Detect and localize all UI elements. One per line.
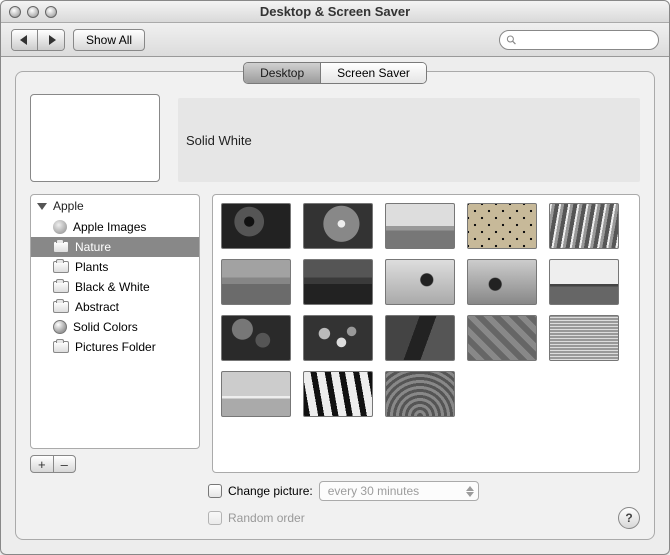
show-all-button[interactable]: Show All: [73, 29, 145, 51]
thumbnail[interactable]: [467, 315, 537, 361]
thumbnail[interactable]: [385, 371, 455, 417]
tab-desktop[interactable]: Desktop: [244, 63, 321, 83]
thumbnail[interactable]: [549, 259, 619, 305]
source-plants[interactable]: Plants: [31, 257, 199, 277]
source-label: Solid Colors: [73, 320, 138, 334]
forward-button[interactable]: [38, 30, 64, 50]
thumbnail[interactable]: [303, 371, 373, 417]
source-list: Apple Apple Images Nature: [30, 194, 200, 449]
source-apple-images[interactable]: Apple Images: [31, 217, 199, 237]
tab-screensaver[interactable]: Screen Saver: [321, 63, 426, 83]
thumbnail[interactable]: [303, 259, 373, 305]
random-order-checkbox: [208, 511, 222, 525]
back-button[interactable]: [12, 30, 38, 50]
triangle-left-icon: [20, 35, 29, 45]
random-order-label: Random order: [228, 511, 305, 525]
help-icon: ?: [625, 511, 632, 525]
thumbnail[interactable]: [221, 371, 291, 417]
triangle-right-icon: [47, 35, 56, 45]
source-label: Apple Images: [73, 220, 146, 234]
folder-icon: [53, 341, 69, 353]
thumbnail-grid: [212, 194, 640, 473]
window-title: Desktop & Screen Saver: [1, 4, 669, 19]
interval-value: every 30 minutes: [328, 484, 419, 498]
thumbnail[interactable]: [385, 259, 455, 305]
add-source-button[interactable]: +: [31, 456, 54, 472]
thumbnail[interactable]: [385, 203, 455, 249]
thumbnail[interactable]: [549, 315, 619, 361]
source-label: Pictures Folder: [75, 340, 156, 354]
group-label: Apple: [53, 199, 84, 213]
search-field-wrap[interactable]: [499, 30, 659, 50]
change-picture-label: Change picture:: [228, 484, 313, 498]
desktop-preview: [30, 94, 160, 182]
apple-icon: [53, 220, 67, 234]
folder-icon: [53, 261, 69, 273]
source-abstract[interactable]: Abstract: [31, 297, 199, 317]
tab-bar: Desktop Screen Saver: [243, 62, 427, 84]
preferences-window: Desktop & Screen Saver Show All Desktop …: [0, 0, 670, 555]
source-label: Nature: [75, 240, 111, 254]
disclosure-triangle-icon: [37, 203, 47, 210]
source-nature[interactable]: Nature: [31, 237, 199, 257]
folder-icon: [53, 281, 69, 293]
change-picture-checkbox[interactable]: [208, 484, 222, 498]
main-panel: Desktop Screen Saver Solid White Apple: [15, 71, 655, 540]
thumbnail[interactable]: [467, 259, 537, 305]
thumbnail[interactable]: [385, 315, 455, 361]
current-picture-name: Solid White: [178, 98, 640, 182]
thumbnail[interactable]: [221, 203, 291, 249]
search-icon: [506, 34, 517, 46]
thumbnail[interactable]: [221, 259, 291, 305]
nav-segment: [11, 29, 65, 51]
orb-icon: [53, 320, 67, 334]
source-group-apple[interactable]: Apple: [31, 195, 199, 217]
folder-icon: [53, 301, 69, 313]
toolbar: Show All: [1, 23, 669, 57]
folder-icon: [53, 241, 69, 253]
change-interval-select[interactable]: every 30 minutes: [319, 481, 479, 501]
source-black-white[interactable]: Black & White: [31, 277, 199, 297]
help-button[interactable]: ?: [618, 507, 640, 529]
thumbnail[interactable]: [467, 203, 537, 249]
thumbnail[interactable]: [221, 315, 291, 361]
thumbnail[interactable]: [303, 315, 373, 361]
titlebar: Desktop & Screen Saver: [1, 1, 669, 23]
source-label: Plants: [75, 260, 108, 274]
stepper-icon: [466, 486, 474, 497]
source-pictures-folder[interactable]: Pictures Folder: [31, 337, 199, 357]
source-add-remove: + –: [30, 455, 76, 473]
source-solid-colors[interactable]: Solid Colors: [31, 317, 199, 337]
thumbnail[interactable]: [303, 203, 373, 249]
remove-source-button[interactable]: –: [54, 456, 76, 472]
thumbnail[interactable]: [549, 203, 619, 249]
source-label: Black & White: [75, 280, 150, 294]
source-label: Abstract: [75, 300, 119, 314]
search-input[interactable]: [521, 34, 652, 46]
